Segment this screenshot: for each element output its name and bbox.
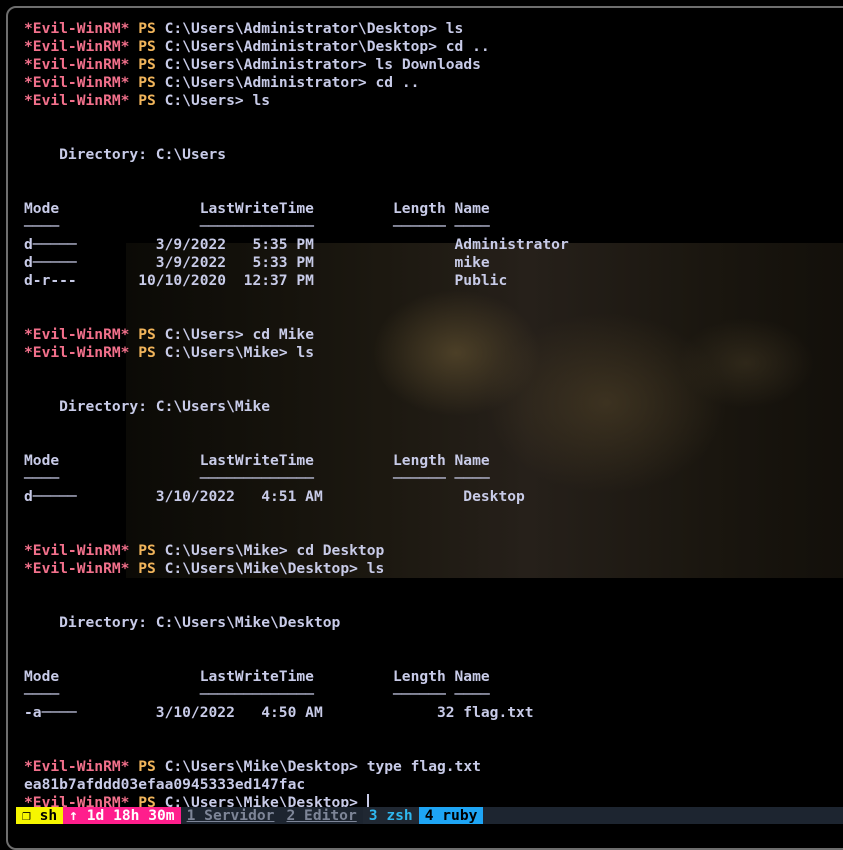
- output-line: Directory: C:\Users\Mike: [24, 398, 271, 415]
- output-line: ──── ───────────── ────── ────: [24, 470, 490, 487]
- command-text: ls: [287, 344, 314, 361]
- uptime-indicator: ↑ 1d 18h 30m: [63, 807, 181, 824]
- prompt-user: *Evil-WinRM*: [24, 758, 130, 775]
- window-tab-servidor[interactable]: 1 Servidor: [180, 807, 281, 824]
- prompt-user: *Evil-WinRM*: [24, 20, 130, 37]
- output-line: Mode LastWriteTime Length Name: [24, 200, 490, 217]
- prompt-user: *Evil-WinRM*: [24, 74, 130, 91]
- command-text: cd Desktop: [287, 542, 385, 559]
- prompt-ps: PS: [138, 758, 156, 775]
- output-line: Mode LastWriteTime Length Name: [24, 668, 490, 685]
- prompt-path: C:\Users\Administrator\Desktop>: [164, 38, 437, 55]
- prompt-ps: PS: [138, 74, 156, 91]
- prompt-ps: PS: [138, 344, 156, 361]
- command-text: cd Mike: [243, 326, 314, 343]
- prompt-line: *Evil-WinRM* PS C:\Users\Administrator> …: [24, 74, 843, 92]
- window-tab-ruby-active[interactable]: 4 ruby: [418, 807, 484, 824]
- output-line: ──── ───────────── ────── ────: [24, 218, 490, 235]
- prompt-user: *Evil-WinRM*: [24, 560, 130, 577]
- prompt-user: *Evil-WinRM*: [24, 326, 130, 343]
- prompt-line: *Evil-WinRM* PS C:\Users\Mike> ls: [24, 344, 843, 362]
- terminal-output[interactable]: *Evil-WinRM* PS C:\Users\Administrator\D…: [24, 20, 843, 812]
- output-line: ea81b7afddd03efaa0945333ed147fac: [24, 776, 306, 793]
- output-line: ──── ───────────── ────── ────: [24, 686, 490, 703]
- output-line: Mode LastWriteTime Length Name: [24, 452, 490, 469]
- output-line: -a──── 3/10/2022 4:50 AM 32 flag.txt: [24, 704, 534, 721]
- window-tab-zsh[interactable]: 3 zsh: [362, 807, 419, 824]
- prompt-line: *Evil-WinRM* PS C:\Users> cd Mike: [24, 326, 843, 344]
- prompt-ps: PS: [138, 560, 156, 577]
- output-line: d───── 3/9/2022 5:35 PM Administrator: [24, 236, 569, 253]
- prompt-user: *Evil-WinRM*: [24, 542, 130, 559]
- command-text: cd ..: [436, 38, 490, 55]
- terminal-window[interactable]: *Evil-WinRM* PS C:\Users\Administrator\D…: [6, 6, 843, 850]
- command-text: ls: [436, 20, 464, 37]
- prompt-user: *Evil-WinRM*: [24, 38, 130, 55]
- output-line: d-r--- 10/10/2020 12:37 PM Public: [24, 272, 508, 289]
- prompt-path: C:\Users\Administrator\Desktop>: [164, 20, 437, 37]
- session-indicator: ❐ sh: [16, 807, 64, 824]
- tmux-status-bar: ❐ sh ↑ 1d 18h 30m 1 Servidor 2 Editor 3 …: [16, 807, 843, 824]
- prompt-ps: PS: [138, 20, 156, 37]
- prompt-ps: PS: [138, 542, 156, 559]
- prompt-user: *Evil-WinRM*: [24, 56, 130, 73]
- prompt-line: *Evil-WinRM* PS C:\Users\Mike> cd Deskto…: [24, 542, 843, 560]
- prompt-path: C:\Users>: [164, 92, 244, 109]
- prompt-line: *Evil-WinRM* PS C:\Users\Mike\Desktop> l…: [24, 560, 843, 578]
- prompt-user: *Evil-WinRM*: [24, 344, 130, 361]
- prompt-ps: PS: [138, 326, 156, 343]
- prompt-ps: PS: [138, 92, 156, 109]
- prompt-line: *Evil-WinRM* PS C:\Users\Mike\Desktop> t…: [24, 758, 843, 776]
- prompt-line: *Evil-WinRM* PS C:\Users> ls: [24, 92, 843, 110]
- prompt-path: C:\Users\Mike>: [164, 344, 288, 361]
- prompt-path: C:\Users\Administrator>: [164, 74, 367, 91]
- prompt-path: C:\Users\Mike>: [164, 542, 288, 559]
- prompt-user: *Evil-WinRM*: [24, 92, 130, 109]
- command-text: type flag.txt: [357, 758, 481, 775]
- prompt-ps: PS: [138, 38, 156, 55]
- window-tab-editor[interactable]: 2 Editor: [280, 807, 363, 824]
- prompt-path: C:\Users>: [164, 326, 244, 343]
- prompt-line: *Evil-WinRM* PS C:\Users\Administrator> …: [24, 56, 843, 74]
- prompt-line: *Evil-WinRM* PS C:\Users\Administrator\D…: [24, 38, 843, 56]
- prompt-path: C:\Users\Mike\Desktop>: [164, 560, 358, 577]
- output-line: Directory: C:\Users: [24, 146, 227, 163]
- prompt-path: C:\Users\Administrator>: [164, 56, 367, 73]
- prompt-ps: PS: [138, 56, 156, 73]
- command-text: ls Downloads: [366, 56, 481, 73]
- prompt-line: *Evil-WinRM* PS C:\Users\Administrator\D…: [24, 20, 843, 38]
- command-text: ls: [357, 560, 385, 577]
- output-line: Directory: C:\Users\Mike\Desktop: [24, 614, 341, 631]
- output-line: d───── 3/9/2022 5:33 PM mike: [24, 254, 490, 271]
- output-line: d───── 3/10/2022 4:51 AM Desktop: [24, 488, 525, 505]
- command-text: cd ..: [366, 74, 420, 91]
- prompt-path: C:\Users\Mike\Desktop>: [164, 758, 358, 775]
- command-text: ls: [243, 92, 271, 109]
